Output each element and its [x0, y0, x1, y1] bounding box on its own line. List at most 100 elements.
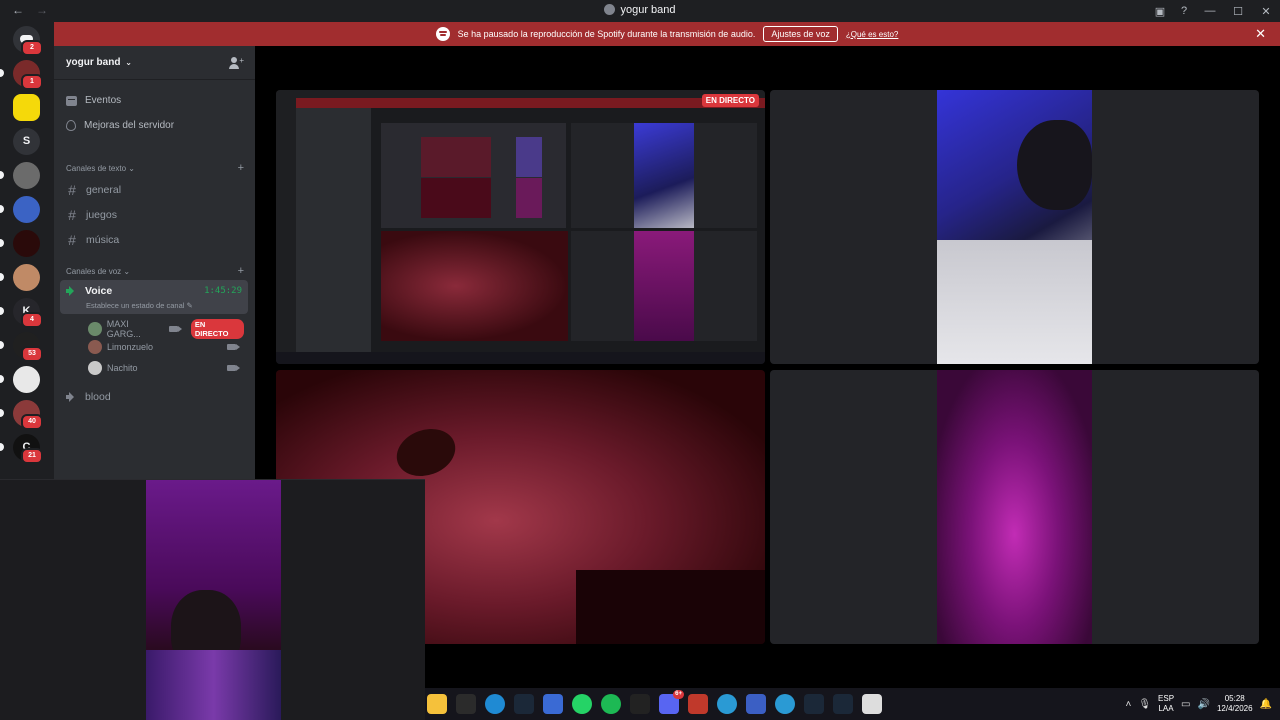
calendar-icon	[66, 95, 77, 106]
system-tray: ˄ 🎙 ESP LAA ▭ 🔊 05:28 12/4/2026 🔔	[1125, 688, 1272, 720]
microphone-icon[interactable]: 🎙	[1138, 699, 1151, 710]
chevron-down-icon: ⌄	[128, 164, 135, 173]
mention-badge: 21	[21, 448, 43, 464]
voice-member[interactable]: Limonzuelo	[88, 340, 244, 354]
picture-in-picture-window[interactable]	[0, 479, 425, 720]
guild-icon-guild-face[interactable]	[0, 264, 40, 291]
app-spider-icon[interactable]	[630, 694, 650, 714]
guild-icon-discord-home[interactable]: 2	[13, 26, 43, 56]
guild-icon-guild-blue[interactable]	[0, 196, 40, 223]
maximize-button[interactable]: ☐	[1224, 5, 1252, 18]
chevron-down-icon: ⌄	[123, 267, 131, 276]
language-code: ESP	[1158, 694, 1175, 703]
guild-icon-guild-red[interactable]: 40	[0, 400, 43, 430]
server-name[interactable]: yogur band ⌄	[66, 57, 132, 68]
server-header[interactable]: yogur band ⌄ +	[54, 46, 255, 80]
hash-icon: #	[68, 182, 76, 198]
camera-tile-purple[interactable]	[770, 370, 1259, 644]
voice-channel-blood[interactable]: blood	[66, 391, 244, 403]
guild-icon-guild-yellow[interactable]	[13, 94, 40, 121]
steam-3-icon[interactable]	[833, 694, 853, 714]
app-c2-icon[interactable]	[775, 694, 795, 714]
close-window-button[interactable]: ✕	[1252, 5, 1280, 18]
add-voice-channel-icon[interactable]: +	[238, 266, 244, 277]
guild-icon-guild-car[interactable]	[0, 162, 40, 189]
app-c-icon[interactable]	[717, 694, 737, 714]
speaker-icon	[66, 392, 77, 402]
window-title-text: yogur band	[620, 4, 676, 16]
avatar	[88, 340, 102, 354]
voice-channels-category[interactable]: Canales de voz ⌄ +	[66, 266, 244, 277]
discord-notification-badge: 6+	[673, 690, 684, 699]
add-text-channel-icon[interactable]: +	[238, 163, 244, 174]
shared-nested-share	[381, 123, 566, 228]
voice-member[interactable]: MAXI GARG... EN DIRECTO	[88, 319, 244, 339]
camera-tile-drawing[interactable]	[770, 90, 1259, 364]
keyboard-layout: LAA	[1158, 704, 1174, 713]
what-is-this-link[interactable]: ¿Qué es esto?	[846, 30, 898, 39]
server-boosts-item[interactable]: Mejoras del servidor	[66, 120, 174, 131]
guild-icon-guild-c[interactable]: C 21	[0, 434, 43, 464]
server-name-text: yogur band	[66, 57, 121, 68]
steam-icon[interactable]	[514, 694, 534, 714]
screen-share-tile[interactable]: EN DIRECTO	[276, 90, 765, 364]
voice-settings-button[interactable]: Ajustes de voz	[763, 26, 838, 42]
live-badge: EN DIRECTO	[190, 319, 244, 339]
clock[interactable]: 05:28 12/4/2026	[1217, 694, 1253, 714]
app-print-icon[interactable]	[862, 694, 882, 714]
voice-channel-active[interactable]: Voice 1:45:29 Establece un estado de can…	[60, 280, 248, 314]
chevron-up-icon[interactable]: ˄	[1125, 699, 1131, 710]
avatar	[88, 361, 102, 375]
server-icon	[604, 4, 616, 15]
guild-icon-guild-circle[interactable]: 53	[0, 332, 43, 362]
mention-badge: 40	[21, 414, 43, 430]
unread-pill	[0, 205, 4, 213]
app-blue-icon[interactable]	[543, 694, 563, 714]
shared-titlebar	[276, 90, 765, 98]
epic-games-icon[interactable]	[456, 694, 476, 714]
notification-icon[interactable]: 🔔	[1260, 699, 1272, 710]
network-icon[interactable]: ▭	[1181, 699, 1190, 710]
volume-icon[interactable]: 🔊	[1198, 699, 1210, 710]
invite-plus-icon: +	[239, 55, 244, 65]
guild-icon-guild-map[interactable]	[0, 366, 40, 393]
guild-icon-guild-kfc[interactable]: K4	[0, 298, 43, 328]
invite-people-icon[interactable]: +	[229, 55, 244, 70]
app-w-icon[interactable]	[746, 694, 766, 714]
help-icon[interactable]: ?	[1172, 5, 1196, 17]
unread-pill	[0, 171, 4, 179]
mention-badge: 1	[21, 74, 43, 90]
events-item[interactable]: Eventos	[66, 95, 121, 106]
speaker-icon	[66, 286, 77, 296]
whatsapp-icon[interactable]	[572, 694, 592, 714]
voice-member[interactable]: Nachito	[88, 361, 244, 375]
mention-badge: 4	[21, 312, 43, 328]
windows-taskbar: 6+ ˄ 🎙 ESP LAA ▭ 🔊 05:28 12/4/2026 🔔	[425, 688, 1280, 720]
channel-musica[interactable]: # música	[66, 232, 244, 248]
member-name: Nachito	[107, 363, 138, 373]
spotify-icon[interactable]	[601, 694, 621, 714]
set-channel-status[interactable]: Establece un estado de canal ✎	[86, 301, 193, 310]
edge-icon[interactable]	[485, 694, 505, 714]
banner-message: Se ha pausado la reproducción de Spotify…	[457, 29, 756, 39]
text-channels-category[interactable]: Canales de texto ⌄ +	[66, 163, 244, 174]
inbox-icon[interactable]: ▣	[1148, 5, 1172, 18]
channel-name: blood	[85, 391, 111, 403]
spotify-paused-banner: Se ha pausado la reproducción de Spotify…	[54, 22, 1280, 46]
language-indicator[interactable]: ESP LAA	[1158, 694, 1174, 714]
pip-camera-feed	[146, 480, 281, 720]
member-name: MAXI GARG...	[106, 319, 141, 339]
discord-icon[interactable]: 6+	[659, 690, 684, 714]
guild-icon-guild-dark[interactable]	[0, 230, 40, 257]
file-explorer-icon[interactable]	[427, 694, 447, 714]
guild-icon-guild-avatar-1[interactable]: 1	[0, 60, 43, 90]
channel-general[interactable]: # general	[66, 182, 244, 198]
camera-feed	[937, 90, 1092, 364]
banner-close-icon[interactable]: ✕	[1255, 26, 1266, 42]
unread-pill	[0, 307, 4, 315]
channel-juegos[interactable]: # juegos	[66, 207, 244, 223]
steam-2-icon[interactable]	[804, 694, 824, 714]
app-voice-icon[interactable]	[688, 694, 708, 714]
guild-icon-guild-s[interactable]: S	[13, 128, 40, 155]
minimize-button[interactable]: —	[1196, 5, 1224, 17]
